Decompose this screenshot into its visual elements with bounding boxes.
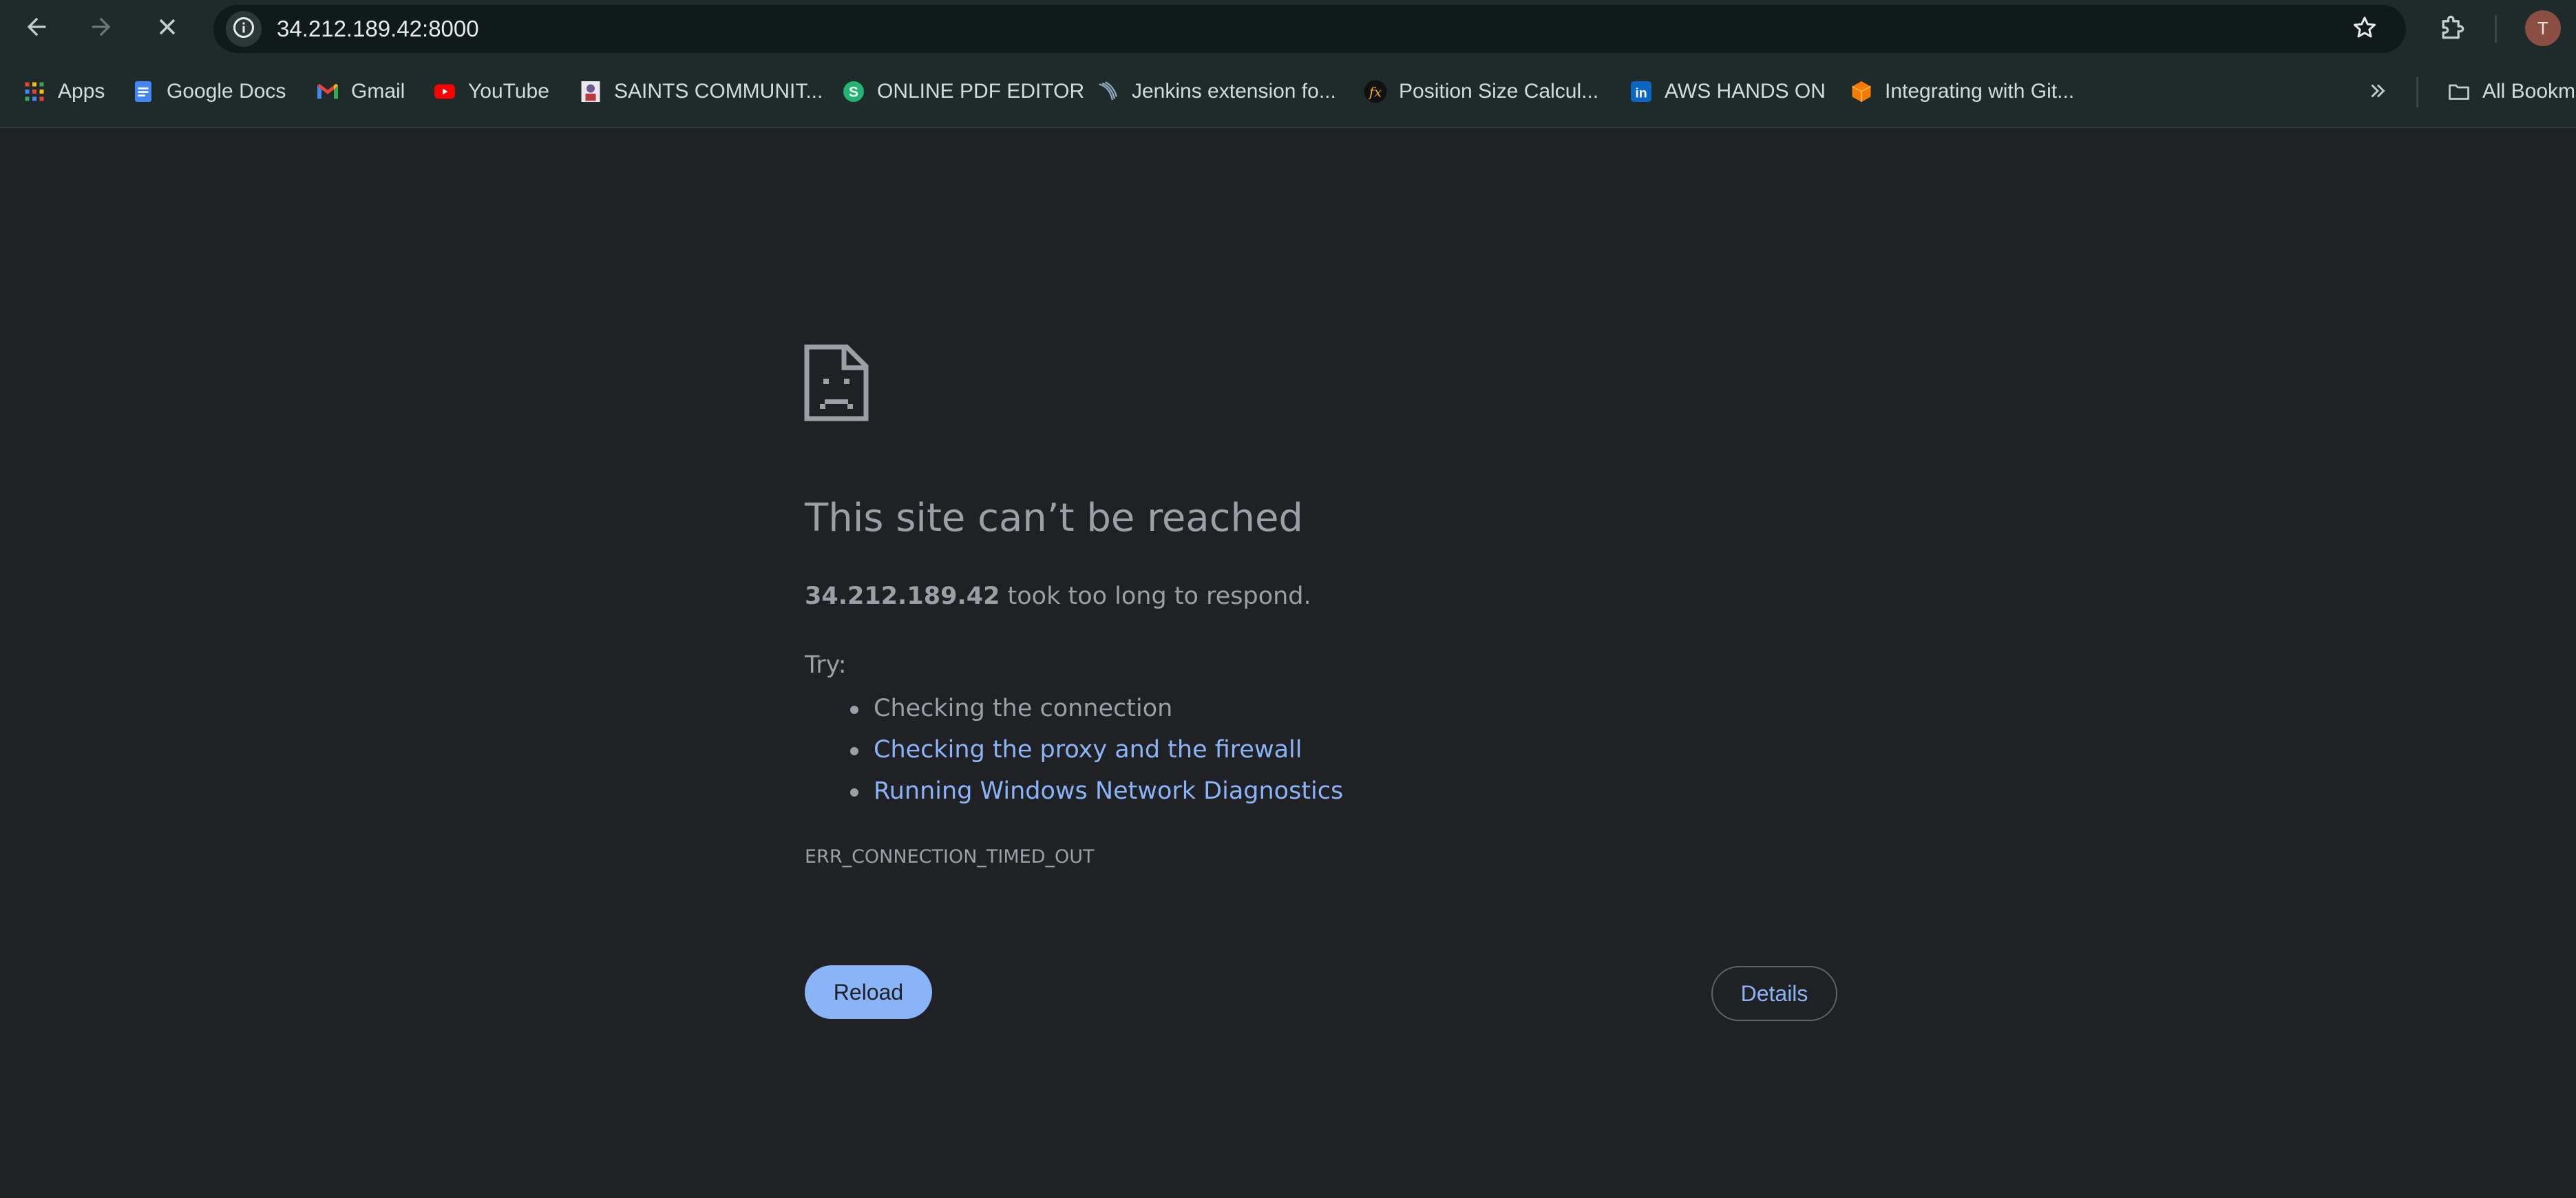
stop-loading-button[interactable] (147, 8, 187, 48)
try-label: Try: (805, 651, 847, 679)
bookmarks-bar: Apps Google Docs Gmail YouTube SAINTS CO… (0, 56, 2576, 128)
svg-text:S: S (849, 85, 858, 101)
svg-text:fx: fx (1368, 85, 1382, 101)
fx-icon: fx (1363, 79, 1388, 104)
all-bookmarks-button[interactable]: All Bookm (2447, 74, 2575, 109)
bookmarks-divider (2416, 77, 2418, 107)
arrow-right-icon (87, 13, 115, 43)
suggestion-check-proxy-firewall-link[interactable]: Checking the proxy and the firewall (849, 733, 1343, 774)
suggestion-check-connection: Checking the connection (849, 691, 1343, 733)
suggestion-network-diagnostics-link[interactable]: Running Windows Network Diagnostics (849, 774, 1343, 815)
star-icon (2351, 14, 2378, 44)
page-title: This site can’t be reached (805, 496, 1303, 540)
url-text[interactable]: 34.212.189.42:8000 (277, 5, 479, 53)
bookmark-google-docs[interactable]: Google Docs (131, 74, 286, 109)
bookmark-star-button[interactable] (2348, 12, 2381, 45)
all-bookmarks-label: All Bookm (2482, 80, 2576, 103)
linkedin-icon: in (1629, 79, 1654, 104)
bookmark-jenkins-extension[interactable]: Jenkins extension fo... (1096, 74, 1336, 109)
bookmark-aws-hands-on[interactable]: in AWS HANDS ON (1629, 74, 1826, 109)
address-bar[interactable]: 34.212.189.42:8000 (213, 5, 2406, 53)
bookmark-label: Gmail (351, 80, 405, 103)
bookmark-label: Position Size Calcul... (1399, 80, 1599, 103)
close-icon (154, 13, 181, 43)
saints-community-icon (578, 79, 603, 104)
sad-page-icon (804, 344, 869, 421)
profile-avatar[interactable]: T (2525, 10, 2561, 46)
reload-button[interactable]: Reload (805, 965, 932, 1019)
info-icon (231, 15, 256, 43)
youtube-icon (432, 79, 457, 104)
bookmark-gmail[interactable]: Gmail (315, 74, 405, 109)
bookmark-label: SAINTS COMMUNIT... (614, 80, 823, 103)
double-chevron-right-icon (2366, 79, 2389, 105)
folder-icon (2447, 79, 2471, 104)
bookmark-youtube[interactable]: YouTube (432, 74, 549, 109)
toolbar-divider (2495, 15, 2497, 43)
suggestions-list: Checking the connection Checking the pro… (805, 691, 1343, 815)
site-info-button[interactable] (226, 11, 262, 47)
back-button[interactable] (17, 8, 56, 48)
cube-icon (1849, 79, 1874, 104)
more-bookmarks-button[interactable] (2363, 77, 2393, 107)
error-summary: 34.212.189.42 took too long to respond. (805, 582, 1311, 610)
browser-toolbar: 34.212.189.42:8000 T (0, 0, 2576, 56)
error-host: 34.212.189.42 (805, 582, 1000, 610)
error-code: ERR_CONNECTION_TIMED_OUT (805, 846, 1095, 868)
bookmark-label: Google Docs (167, 80, 286, 103)
puzzle-icon (2437, 12, 2467, 45)
arrow-left-icon (23, 13, 50, 43)
pdf-editor-icon: S (841, 79, 866, 104)
bookmark-position-size-calculator[interactable]: fx Position Size Calcul... (1363, 74, 1598, 109)
bookmark-integrating-with-git[interactable]: Integrating with Git... (1849, 74, 2074, 109)
error-summary-text: took too long to respond. (1000, 582, 1311, 610)
bookmark-label: Integrating with Git... (1885, 80, 2075, 103)
bookmark-saints-community[interactable]: SAINTS COMMUNIT... (578, 74, 823, 109)
bookmark-label: YouTube (468, 80, 549, 103)
forward-button[interactable] (81, 8, 121, 48)
svg-text:in: in (1635, 85, 1647, 101)
google-docs-icon (131, 79, 156, 104)
bookmark-label: ONLINE PDF EDITOR (877, 80, 1085, 103)
bookmark-label: Apps (58, 80, 105, 103)
bookmark-apps[interactable]: Apps (22, 74, 105, 109)
bookmark-online-pdf-editor[interactable]: S ONLINE PDF EDITOR (841, 74, 1084, 109)
bookmark-label: AWS HANDS ON (1665, 80, 1826, 103)
bookmark-label: Jenkins extension fo... (1132, 80, 1336, 103)
jenkins-extension-icon (1096, 79, 1121, 104)
apps-grid-icon (22, 79, 47, 104)
gmail-icon (315, 79, 340, 104)
details-button[interactable]: Details (1711, 966, 1837, 1021)
extensions-button[interactable] (2433, 10, 2471, 48)
